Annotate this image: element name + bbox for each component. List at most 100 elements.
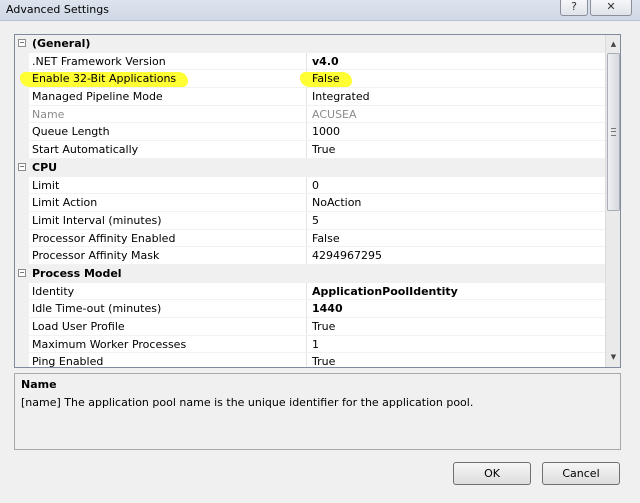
ok-button[interactable]: OK	[453, 462, 531, 485]
property-name-text: Start Automatically	[32, 143, 139, 157]
property-row[interactable]: Limit Interval (minutes) 5	[15, 211, 605, 230]
column-separator	[306, 300, 307, 317]
category-row[interactable]: − Process Model	[15, 264, 605, 283]
row-gutter	[15, 211, 29, 229]
property-row[interactable]: .NET Framework Version v4.0	[15, 52, 605, 71]
property-value[interactable]: ApplicationPoolIdentity	[312, 285, 458, 298]
property-value-text: 5	[312, 213, 319, 227]
column-separator	[306, 318, 307, 335]
property-value-text: True	[312, 320, 336, 333]
property-value[interactable]: Integrated	[312, 90, 370, 103]
property-value[interactable]: False	[312, 232, 340, 245]
property-row[interactable]: Maximum Worker Processes 1	[15, 335, 605, 354]
property-name: Idle Time-out (minutes)	[32, 302, 161, 315]
row-gutter	[15, 229, 29, 247]
property-value[interactable]: 5	[312, 214, 319, 227]
property-name-text: Managed Pipeline Mode	[32, 90, 163, 104]
property-row[interactable]: Enable 32-Bit Applications False	[15, 70, 605, 89]
property-grid[interactable]: − (General) .NET Framework Version v4.0 Enab…	[14, 34, 621, 368]
column-separator	[306, 52, 307, 70]
property-row[interactable]: Queue Length 1000	[15, 123, 605, 142]
close-button[interactable]: ✕	[590, 0, 632, 16]
property-value-text: 4294967295	[312, 249, 382, 263]
property-row[interactable]: Processor Affinity Mask 4294967295	[15, 247, 605, 265]
property-row[interactable]: Identity ApplicationPoolIdentity	[15, 282, 605, 301]
property-row[interactable]: Limit Action NoAction	[15, 194, 605, 212]
property-name-text: Queue Length	[32, 125, 110, 139]
property-name: Processor Affinity Mask	[32, 249, 159, 262]
category-row[interactable]: − (General)	[15, 35, 605, 53]
property-row[interactable]: Load User Profile True	[15, 318, 605, 336]
property-name-text: Processor Affinity Enabled	[32, 231, 176, 245]
property-value[interactable]: True	[312, 320, 335, 333]
property-name-text: Ping Enabled	[32, 355, 104, 368]
scrollbar-thumb[interactable]	[607, 53, 620, 211]
row-gutter	[15, 141, 29, 158]
property-value[interactable]: 4294967295	[312, 249, 382, 262]
close-icon: ✕	[606, 0, 616, 13]
column-separator	[306, 211, 307, 229]
column-separator	[306, 335, 307, 353]
property-value[interactable]: 1	[312, 338, 319, 351]
row-gutter	[15, 105, 29, 123]
property-name: Limit	[32, 179, 59, 192]
property-name: Limit Interval (minutes)	[32, 214, 162, 227]
column-separator	[306, 194, 307, 211]
property-row[interactable]: Processor Affinity Enabled False	[15, 229, 605, 248]
collapse-icon[interactable]: −	[18, 162, 26, 171]
cancel-button[interactable]: Cancel	[542, 462, 620, 485]
property-value-text: v4.0	[312, 54, 339, 68]
scroll-up-icon[interactable]: ▲	[607, 37, 620, 52]
row-gutter	[15, 282, 29, 300]
property-row[interactable]: Name ACUSEA	[15, 105, 605, 124]
property-name: Ping Enabled	[32, 355, 104, 368]
category-row[interactable]: − CPU	[15, 158, 605, 177]
property-row[interactable]: Managed Pipeline Mode Integrated	[15, 88, 605, 106]
property-value[interactable]: NoAction	[312, 196, 361, 209]
window-title: Advanced Settings	[6, 3, 109, 16]
property-value[interactable]: True	[312, 143, 335, 156]
property-row[interactable]: Limit 0	[15, 176, 605, 195]
property-value[interactable]: 0	[312, 179, 319, 192]
collapse-icon[interactable]: −	[18, 268, 26, 277]
description-text: [name] The application pool name is the …	[21, 396, 474, 409]
row-gutter	[15, 353, 29, 367]
vertical-scrollbar[interactable]: ▲ ▼	[605, 35, 620, 367]
help-icon: ?	[571, 0, 577, 13]
property-name: .NET Framework Version	[32, 55, 166, 68]
property-value-text: ACUSEA	[312, 107, 357, 121]
property-value[interactable]: 1000	[312, 125, 340, 138]
category-name: (General)	[32, 37, 91, 50]
scroll-down-icon[interactable]: ▼	[607, 350, 620, 365]
property-value-text: True	[312, 143, 336, 157]
column-separator	[306, 141, 307, 158]
property-value[interactable]: v4.0	[312, 55, 339, 68]
property-row[interactable]: Start Automatically True	[15, 141, 605, 159]
property-name-text: Enable 32-Bit Applications	[32, 72, 177, 86]
property-name: Enable 32-Bit Applications	[20, 72, 189, 88]
row-gutter	[15, 52, 29, 70]
property-value-text: 1	[312, 337, 319, 351]
grip-icon	[611, 128, 616, 136]
property-name: Load User Profile	[32, 320, 125, 333]
property-value[interactable]: 1440	[312, 302, 343, 315]
collapse-icon[interactable]: −	[18, 39, 26, 47]
highlight-mark: False	[300, 72, 352, 88]
property-value-text: False	[312, 72, 340, 86]
column-separator	[306, 282, 307, 300]
property-name: Managed Pipeline Mode	[32, 90, 163, 103]
property-value-text: False	[312, 231, 340, 245]
column-separator	[306, 176, 307, 194]
property-value[interactable]: False	[300, 72, 352, 88]
help-button[interactable]: ?	[560, 0, 588, 16]
property-value[interactable]: ACUSEA	[312, 108, 357, 121]
property-row[interactable]: Idle Time-out (minutes) 1440	[15, 300, 605, 318]
description-title: Name	[21, 378, 57, 391]
property-name-text: Limit Interval (minutes)	[32, 213, 162, 227]
highlight-mark: Enable 32-Bit Applications	[20, 72, 189, 88]
property-row[interactable]: Ping Enabled True	[15, 353, 605, 368]
row-gutter	[15, 176, 29, 194]
column-separator	[306, 123, 307, 141]
column-separator	[306, 88, 307, 105]
property-value[interactable]: True	[312, 355, 335, 367]
